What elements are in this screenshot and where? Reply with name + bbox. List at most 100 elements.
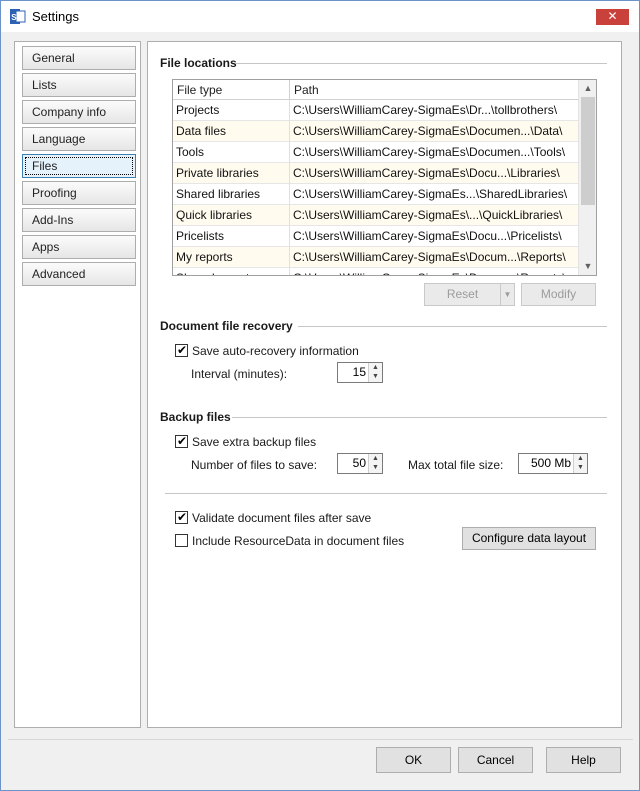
max-size-label: Max total file size: [408, 458, 504, 472]
close-icon: ✕ [607, 9, 618, 23]
auto-recovery-checkbox[interactable]: ✔ [175, 343, 188, 357]
path-cell: C:\Users\WilliamCarey-SigmaEs\Dr...\toll… [293, 103, 558, 117]
window-title: Settings [32, 9, 79, 24]
interval-stepper[interactable]: 15 ▲ ▼ [337, 362, 383, 383]
table-row[interactable]: Shared reports C:\Users\WilliamCarey-Sig… [173, 268, 578, 275]
stepper-up-icon[interactable]: ▲ [369, 363, 382, 372]
max-size-stepper[interactable]: 500 Mb ▲ ▼ [518, 453, 588, 474]
file-type-cell: Shared libraries [173, 184, 290, 205]
nav-item-label: General [32, 51, 75, 65]
path-cell: C:\Users\WilliamCarey-SigmaEs\Documen...… [293, 124, 563, 138]
stepper-down-icon[interactable]: ▼ [574, 463, 587, 472]
reset-button[interactable]: Reset [424, 283, 501, 306]
nav-item-apps[interactable]: Apps [22, 235, 136, 259]
stepper-up-icon[interactable]: ▲ [574, 454, 587, 463]
path-cell: C:\Users\WilliamCarey-SigmaEs\Docum...\R… [290, 268, 578, 275]
section-divider [165, 493, 607, 494]
path-cell: C:\Users\WilliamCarey-SigmaEs\Docum...\R… [293, 250, 566, 264]
close-button[interactable]: ✕ [596, 9, 629, 25]
scroll-up-icon[interactable]: ▲ [579, 80, 596, 97]
file-type-cell: My reports [173, 247, 290, 268]
validate-label: Validate document files after save [192, 511, 372, 525]
table-row[interactable]: Data files C:\Users\WilliamCarey-SigmaEs… [173, 121, 578, 142]
reset-dropdown-icon[interactable]: ▼ [500, 283, 515, 306]
nav-item-general[interactable]: General [22, 46, 136, 70]
table-row[interactable]: Shared libraries C:\Users\WilliamCarey-S… [173, 184, 578, 205]
nav-item-language[interactable]: Language [22, 127, 136, 151]
file-type-cell: Tools [173, 142, 290, 163]
num-files-stepper-buttons[interactable]: ▲ ▼ [368, 454, 382, 473]
grid-scrollbar[interactable]: ▲ ▼ [578, 80, 596, 275]
stepper-up-icon[interactable]: ▲ [369, 454, 382, 463]
section-divider [232, 417, 607, 418]
title-bar[interactable]: S Settings ✕ [1, 1, 639, 32]
cancel-button[interactable]: Cancel [458, 747, 533, 773]
interval-value: 15 [352, 365, 366, 379]
check-icon: ✔ [177, 510, 188, 524]
section-divider [298, 326, 607, 327]
help-button[interactable]: Help [546, 747, 621, 773]
configure-data-layout-button[interactable]: Configure data layout [462, 527, 596, 550]
num-files-stepper[interactable]: 50 ▲ ▼ [337, 453, 383, 474]
num-files-value: 50 [352, 456, 366, 470]
nav-item-advanced[interactable]: Advanced [22, 262, 136, 286]
nav-item-lists[interactable]: Lists [22, 73, 136, 97]
check-icon: ✔ [177, 343, 188, 357]
ok-button[interactable]: OK [376, 747, 451, 773]
max-size-stepper-buttons[interactable]: ▲ ▼ [573, 454, 587, 473]
num-files-label: Number of files to save: [191, 458, 318, 472]
path-cell: C:\Users\WilliamCarey-SigmaEs\Documen...… [293, 145, 566, 159]
focus-ring [25, 157, 133, 175]
max-size-value: 500 Mb [530, 456, 571, 470]
table-row[interactable]: Projects C:\Users\WilliamCarey-SigmaEs\D… [173, 100, 578, 121]
validate-checkbox[interactable]: ✔ [175, 510, 188, 524]
extra-backup-checkbox[interactable]: ✔ [175, 434, 188, 448]
path-cell: C:\Users\WilliamCarey-SigmaEs\...\QuickL… [293, 208, 563, 222]
interval-label: Interval (minutes): [191, 367, 288, 381]
nav-item-proofing[interactable]: Proofing [22, 181, 136, 205]
grid-header: File type Path [173, 80, 578, 100]
nav-item-company-info[interactable]: Company info [22, 100, 136, 124]
stepper-down-icon[interactable]: ▼ [369, 463, 382, 472]
file-locations-grid[interactable]: File type Path Projects C:\Users\William… [172, 79, 597, 276]
table-row[interactable]: Private libraries C:\Users\WilliamCarey-… [173, 163, 578, 184]
column-header-path[interactable]: Path [290, 80, 578, 100]
interval-stepper-buttons[interactable]: ▲ ▼ [368, 363, 382, 382]
nav-item-label: Proofing [32, 186, 77, 200]
nav-item-add-ins[interactable]: Add-Ins [22, 208, 136, 232]
recovery-heading: Document file recovery [160, 319, 293, 333]
file-type-cell: Projects [173, 100, 290, 121]
svg-text:S: S [11, 13, 17, 22]
file-type-cell: Private libraries [173, 163, 290, 184]
scroll-down-icon[interactable]: ▼ [579, 258, 596, 275]
table-row[interactable]: Pricelists C:\Users\WilliamCarey-SigmaEs… [173, 226, 578, 247]
stepper-down-icon[interactable]: ▼ [369, 372, 382, 381]
nav-item-files[interactable]: Files [22, 154, 136, 178]
settings-app-icon: S [10, 9, 26, 24]
file-type-cell: Data files [173, 121, 290, 142]
nav-item-label: Language [32, 132, 86, 146]
column-header-file-type[interactable]: File type [173, 80, 290, 100]
include-resourcedata-label: Include ResourceData in document files [192, 534, 405, 548]
nav-item-label: Lists [32, 78, 57, 92]
path-cell: C:\Users\WilliamCarey-SigmaEs...\SharedL… [293, 187, 568, 201]
check-icon: ✔ [177, 434, 188, 448]
table-row[interactable]: Quick libraries C:\Users\WilliamCarey-Si… [173, 205, 578, 226]
nav-item-label: Company info [32, 105, 107, 119]
file-type-cell: Quick libraries [173, 205, 290, 226]
nav-item-label: Add-Ins [32, 213, 74, 227]
auto-recovery-label: Save auto-recovery information [192, 344, 359, 358]
scroll-thumb[interactable] [581, 97, 595, 205]
path-cell: C:\Users\WilliamCarey-SigmaEs\Docu...\Li… [293, 166, 560, 180]
modify-button[interactable]: Modify [521, 283, 596, 306]
extra-backup-label: Save extra backup files [192, 435, 317, 449]
file-type-cell: Shared reports [173, 268, 290, 275]
table-row[interactable]: Tools C:\Users\WilliamCarey-SigmaEs\Docu… [173, 142, 578, 163]
table-row[interactable]: My reports C:\Users\WilliamCarey-SigmaEs… [173, 247, 578, 268]
include-resourcedata-checkbox[interactable] [175, 534, 188, 547]
backup-heading: Backup files [160, 410, 231, 424]
nav-item-label: Apps [32, 240, 60, 254]
file-locations-heading: File locations [160, 56, 237, 70]
nav-item-label: Advanced [32, 267, 86, 281]
file-type-cell: Pricelists [173, 226, 290, 247]
